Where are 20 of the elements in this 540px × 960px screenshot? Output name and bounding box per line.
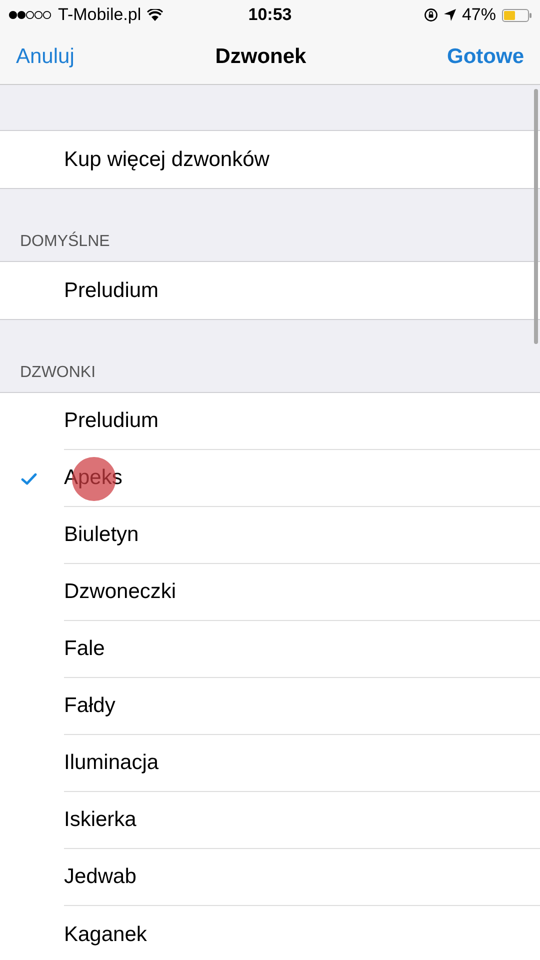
- battery-percent: 47%: [462, 5, 496, 25]
- wifi-icon: [147, 9, 164, 21]
- signal-icon: [8, 10, 52, 20]
- section-header: DOMYŚLNE: [20, 233, 110, 251]
- cancel-button[interactable]: Anuluj: [16, 45, 74, 69]
- ringtone-row[interactable]: Kaganek: [0, 906, 540, 960]
- screen-title: Dzwonek: [215, 45, 306, 69]
- ringtone-name: Preludium: [64, 278, 160, 304]
- ringtone-name: Kaganek: [64, 922, 148, 948]
- ringtone-row[interactable]: Kup więcej dzwonków: [0, 131, 540, 188]
- rotation-lock-icon: [424, 8, 438, 22]
- carrier-name: T-Mobile.pl: [58, 5, 142, 25]
- location-arrow-icon: [444, 9, 456, 21]
- ringtone-name: Kup więcej dzwonków: [64, 146, 270, 172]
- ringtone-row[interactable]: Preludium: [0, 262, 540, 319]
- done-button[interactable]: Gotowe: [447, 45, 524, 69]
- clock-time: 10:53: [247, 5, 293, 25]
- battery-icon: [502, 8, 532, 22]
- section-header: DZWONKI: [20, 364, 96, 382]
- checkmark-icon: [21, 472, 37, 484]
